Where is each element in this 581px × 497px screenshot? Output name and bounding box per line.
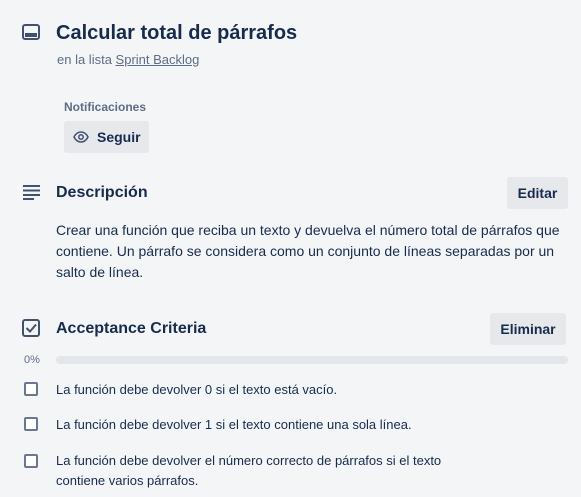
delete-checklist-button[interactable]: Eliminar <box>490 313 566 345</box>
card-title: Calcular total de párrafos <box>56 22 298 44</box>
list-link[interactable]: Sprint Backlog <box>116 52 200 67</box>
checklist-item: La función debe devolver el número corre… <box>0 451 581 491</box>
eye-icon <box>73 131 89 143</box>
notifications-label: Notificaciones <box>64 100 147 114</box>
description-lines-icon <box>23 185 40 200</box>
checklist-item: La función debe devolver 0 si el texto e… <box>0 379 581 401</box>
checklist-item-checkbox[interactable] <box>24 454 38 468</box>
checklist-item-text[interactable]: La función debe devolver 0 si el texto e… <box>56 380 486 400</box>
progress-percent: 0% <box>24 354 40 366</box>
checklist-item-text[interactable]: La función debe devolver 1 si el texto c… <box>56 415 486 435</box>
card-list-info: en la lista Sprint Backlog <box>57 51 199 69</box>
checklist-item-text[interactable]: La función debe devolver el número corre… <box>56 451 486 491</box>
checklist-title[interactable]: Acceptance Criteria <box>56 320 206 338</box>
checklist-item-checkbox[interactable] <box>24 382 38 396</box>
description-title: Descripción <box>56 184 148 201</box>
checklist-item-checkbox[interactable] <box>24 417 38 431</box>
follow-button-label: Seguir <box>97 129 141 145</box>
card-icon <box>22 24 40 40</box>
checklist-item: La función debe devolver 1 si el texto c… <box>0 414 581 436</box>
checkbox-icon <box>22 319 40 337</box>
description-text[interactable]: Crear una función que reciba un texto y … <box>56 220 561 283</box>
edit-description-button[interactable]: Editar <box>507 177 568 209</box>
list-prefix: en la lista <box>57 52 112 67</box>
follow-button[interactable]: Seguir <box>64 121 149 153</box>
progress-bar <box>56 356 568 364</box>
